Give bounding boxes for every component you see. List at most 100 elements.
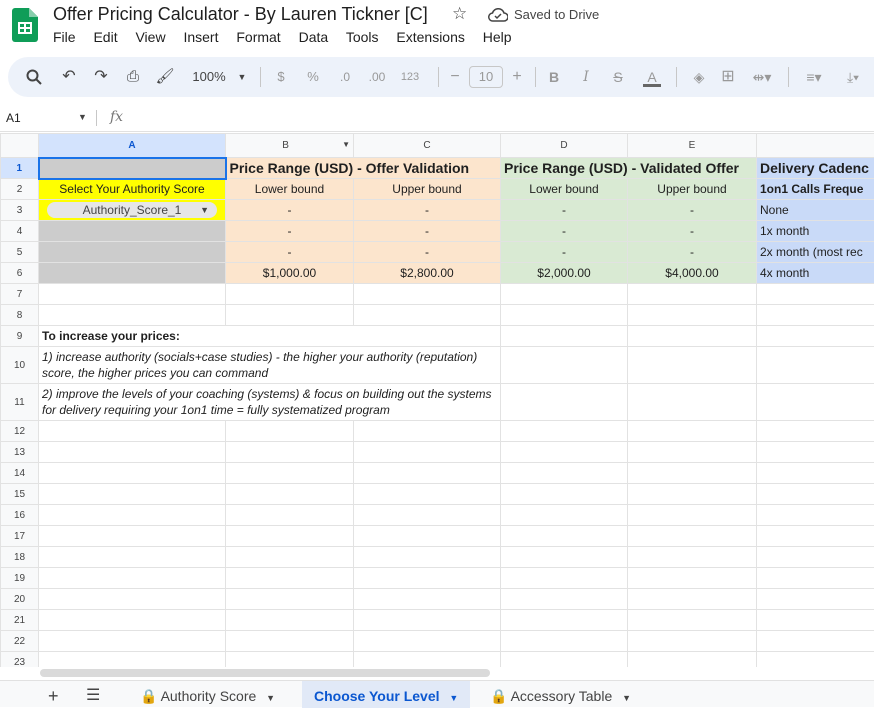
row-header[interactable]: 21 bbox=[1, 610, 39, 631]
cell[interactable] bbox=[757, 610, 874, 631]
cell[interactable] bbox=[39, 442, 226, 463]
cell[interactable] bbox=[39, 631, 226, 652]
row-header[interactable]: 7 bbox=[1, 284, 39, 305]
menu-file[interactable]: File bbox=[53, 29, 76, 45]
cell[interactable] bbox=[354, 463, 501, 484]
sheet-tab-authority-score[interactable]: 🔒 Authority Score ▼ bbox=[140, 681, 275, 708]
cell-d3[interactable]: - bbox=[501, 200, 628, 221]
row-header[interactable]: 11 bbox=[1, 384, 39, 421]
cell[interactable] bbox=[628, 589, 757, 610]
column-header-c[interactable]: C bbox=[354, 134, 501, 158]
cell[interactable] bbox=[501, 526, 628, 547]
cell-c2[interactable]: Upper bound bbox=[354, 179, 501, 200]
cell[interactable] bbox=[39, 568, 226, 589]
cell-a4[interactable] bbox=[39, 221, 226, 242]
cell-e3[interactable]: - bbox=[628, 200, 757, 221]
cell-a5[interactable] bbox=[39, 242, 226, 263]
row-header[interactable]: 23 bbox=[1, 652, 39, 668]
row-header[interactable]: 6 bbox=[1, 263, 39, 284]
cell[interactable] bbox=[501, 631, 628, 652]
cell[interactable] bbox=[501, 284, 628, 305]
number-format-button[interactable]: 123 bbox=[396, 57, 424, 97]
row-header[interactable]: 16 bbox=[1, 505, 39, 526]
merge-cells-icon[interactable]: ⇹▾ bbox=[746, 57, 778, 97]
cell[interactable] bbox=[354, 547, 501, 568]
cell-b1-header[interactable]: Price Range (USD) - Offer Validation bbox=[226, 158, 501, 179]
cell-c3[interactable]: - bbox=[354, 200, 501, 221]
increase-font-size-button[interactable]: + bbox=[510, 57, 524, 97]
row-header[interactable]: 9 bbox=[1, 326, 39, 347]
cloud-saved-icon[interactable] bbox=[488, 8, 508, 22]
row-header[interactable]: 14 bbox=[1, 463, 39, 484]
cell-c4[interactable]: - bbox=[354, 221, 501, 242]
cell[interactable] bbox=[226, 652, 354, 668]
cell-d1-header[interactable]: Price Range (USD) - Validated Offer bbox=[501, 158, 757, 179]
cell[interactable] bbox=[757, 284, 874, 305]
chevron-down-icon[interactable]: ▼ bbox=[449, 693, 458, 703]
cell[interactable] bbox=[354, 589, 501, 610]
cell-d2[interactable]: Lower bound bbox=[501, 179, 628, 200]
menu-format[interactable]: Format bbox=[236, 29, 280, 45]
row-header[interactable]: 5 bbox=[1, 242, 39, 263]
row-header[interactable]: 1 bbox=[1, 158, 39, 179]
cell[interactable] bbox=[226, 442, 354, 463]
search-menus-icon[interactable] bbox=[24, 57, 44, 97]
cell-f1-header[interactable]: Delivery Cadenc bbox=[757, 158, 874, 179]
cell[interactable] bbox=[757, 652, 874, 668]
cell[interactable] bbox=[354, 568, 501, 589]
column-header-b[interactable]: B▼ bbox=[226, 134, 354, 158]
chevron-down-icon[interactable]: ▼ bbox=[266, 693, 275, 703]
row-header[interactable]: 22 bbox=[1, 631, 39, 652]
cell[interactable] bbox=[501, 326, 628, 347]
cell[interactable] bbox=[226, 484, 354, 505]
cell-c6[interactable]: $2,800.00 bbox=[354, 263, 501, 284]
name-box[interactable]: A1 bbox=[6, 111, 21, 125]
cell[interactable] bbox=[39, 421, 226, 442]
cell[interactable] bbox=[354, 421, 501, 442]
cell[interactable] bbox=[354, 631, 501, 652]
cell[interactable] bbox=[501, 421, 628, 442]
cell[interactable] bbox=[39, 484, 226, 505]
cell[interactable] bbox=[501, 384, 628, 421]
save-status[interactable]: Saved to Drive bbox=[514, 7, 599, 22]
cell[interactable] bbox=[39, 526, 226, 547]
menu-help[interactable]: Help bbox=[483, 29, 512, 45]
cell-b2[interactable]: Lower bound bbox=[226, 179, 354, 200]
cell[interactable] bbox=[628, 652, 757, 668]
cell-b4[interactable]: - bbox=[226, 221, 354, 242]
cell[interactable] bbox=[757, 442, 874, 463]
cell[interactable] bbox=[628, 421, 757, 442]
cell[interactable] bbox=[501, 484, 628, 505]
cell[interactable] bbox=[354, 442, 501, 463]
cell[interactable] bbox=[628, 442, 757, 463]
cell[interactable] bbox=[628, 547, 757, 568]
cell-f6[interactable]: 4x month bbox=[757, 263, 874, 284]
horizontal-align-icon[interactable]: ≡▾ bbox=[798, 57, 830, 97]
cell[interactable] bbox=[501, 305, 628, 326]
cell-e5[interactable]: - bbox=[628, 242, 757, 263]
cell[interactable] bbox=[757, 526, 874, 547]
cell-f5[interactable]: 2x month (most rec bbox=[757, 242, 874, 263]
row-header[interactable]: 13 bbox=[1, 442, 39, 463]
row-header[interactable]: 10 bbox=[1, 347, 39, 384]
bold-button[interactable]: B bbox=[546, 57, 562, 97]
cell[interactable] bbox=[226, 547, 354, 568]
cell-a11-note[interactable]: 2) improve the levels of your coaching (… bbox=[39, 384, 501, 421]
decrease-decimal-button[interactable]: .0 bbox=[334, 57, 356, 97]
column-header-a[interactable]: A bbox=[39, 134, 226, 158]
row-header[interactable]: 18 bbox=[1, 547, 39, 568]
cell[interactable] bbox=[628, 384, 757, 421]
cell[interactable] bbox=[628, 631, 757, 652]
cell-f2[interactable]: 1on1 Calls Freque bbox=[757, 179, 874, 200]
row-header[interactable]: 12 bbox=[1, 421, 39, 442]
cell-b3[interactable]: - bbox=[226, 200, 354, 221]
horizontal-scrollbar[interactable] bbox=[40, 669, 490, 677]
cell[interactable] bbox=[757, 347, 874, 384]
cell[interactable] bbox=[226, 463, 354, 484]
print-icon[interactable]: ⎙ bbox=[122, 57, 144, 97]
star-icon[interactable]: ☆ bbox=[452, 4, 467, 24]
menu-insert[interactable]: Insert bbox=[183, 29, 218, 45]
cell[interactable] bbox=[354, 505, 501, 526]
row-header[interactable]: 20 bbox=[1, 589, 39, 610]
cell[interactable] bbox=[757, 463, 874, 484]
